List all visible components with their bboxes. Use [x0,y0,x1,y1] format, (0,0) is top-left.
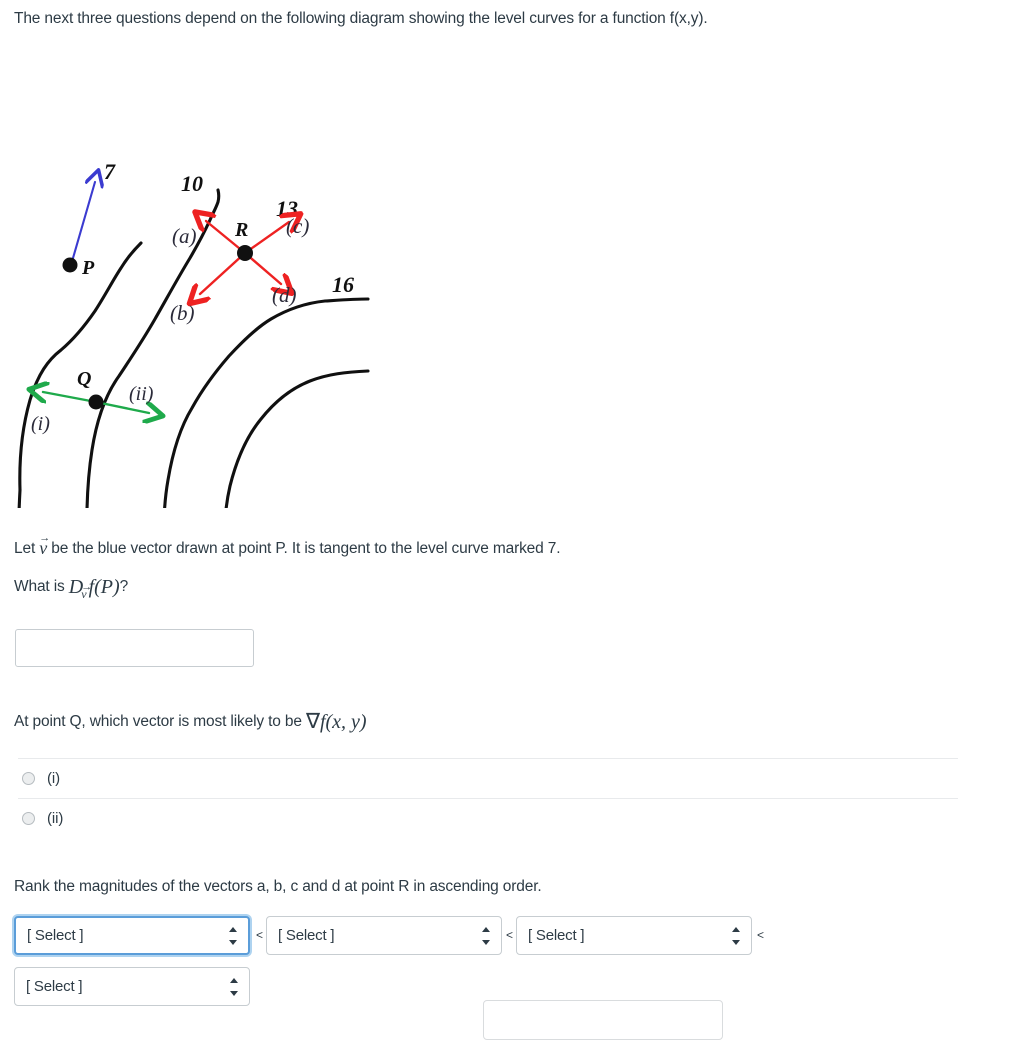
q1-line2-prefix: What is [14,578,69,595]
question2-prompt: At point Q, which vector is most likely … [14,707,367,733]
option-label-ii: (ii) [47,810,64,827]
option-row-i[interactable]: (i) [18,758,958,798]
q2-prompt-prefix: At point Q, which vector is most likely … [14,713,307,730]
chevron-updown-icon [731,926,740,945]
level-curve-7-path [18,241,143,492]
question1-line1: Let → v be the blue vector drawn at point… [14,533,561,559]
point-r-dot [237,245,253,261]
answer-input[interactable] [15,629,254,667]
math-subscript-v: → v [81,582,92,602]
rank-select-1-value: [ Select ] [27,927,84,944]
chevron-updown-icon [229,977,238,996]
question3-prompt: Rank the magnitudes of the vectors a, b,… [14,878,542,895]
vector-label-i: (i) [31,413,50,435]
curve-label-7: 7 [104,159,116,184]
level-curve-10-path [85,188,221,508]
point-r-label: R [234,219,248,241]
vector-arrow-accent-icon: → [39,532,51,544]
rank-select-1[interactable]: [ Select ] [14,916,250,955]
level-curve-diagram: 7 10 13 16 P Q (i) (ii) R (a) (b) (c) (d… [0,88,400,508]
vector-label-c: (c) [286,214,309,238]
vector-label-a: (a) [172,224,197,248]
point-q-label: Q [77,368,91,390]
radio-button-i[interactable] [22,772,35,785]
radio-button-ii[interactable] [22,812,35,825]
math-fp: f(P) [88,576,120,598]
less-than-separator-1: < [256,928,264,942]
point-q-dot [88,394,104,410]
partial-offscreen-field[interactable] [483,1000,723,1040]
chevron-updown-icon [481,926,490,945]
vector-label-ii: (ii) [129,383,154,405]
curve-label-10: 10 [181,171,203,196]
rank-select-2[interactable]: [ Select ] [266,916,502,955]
option-row-ii[interactable]: (ii) [18,798,958,838]
question1-line2: What is D → v f(P)? [14,574,129,601]
gradient-expression: f(x, y) [319,711,367,733]
less-than-separator-2: < [506,928,514,942]
level-curve-13-path [163,297,370,508]
rank-select-4-value: [ Select ] [26,978,83,995]
vector-label-d: (d) [272,283,297,307]
vector-red-c [243,222,289,255]
point-p-label: P [81,257,95,279]
rank-select-3-value: [ Select ] [528,927,585,944]
vector-red-b [200,251,247,294]
level-curve-7-lower [17,488,22,508]
q1-text-part1: Let [14,540,40,557]
rank-select-3[interactable]: [ Select ] [516,916,752,955]
chevron-updown-icon [228,926,237,945]
intro-text: The next three questions depend on the f… [14,10,708,27]
rank-select-2-value: [ Select ] [278,927,335,944]
vector-v-symbol: → v [39,533,50,559]
q1-line2-suffix: ? [119,578,129,595]
rank-select-4[interactable]: [ Select ] [14,967,250,1006]
point-p-dot [62,257,78,273]
q1-text-part2: be the blue vector drawn at point P. It … [47,540,561,557]
vector-label-b: (b) [170,301,195,325]
less-than-separator-3: < [757,928,765,942]
nabla-icon: ∇ [306,709,320,733]
vector-arrow-accent-icon: → [81,581,93,593]
level-curve-16-path [224,369,370,508]
directional-derivative-expression: D → v f(P) [69,576,120,601]
option-label-i: (i) [47,770,61,787]
vector-blue-at-p [69,182,95,267]
vector-green-i [43,392,98,402]
curve-label-16: 16 [332,272,354,297]
